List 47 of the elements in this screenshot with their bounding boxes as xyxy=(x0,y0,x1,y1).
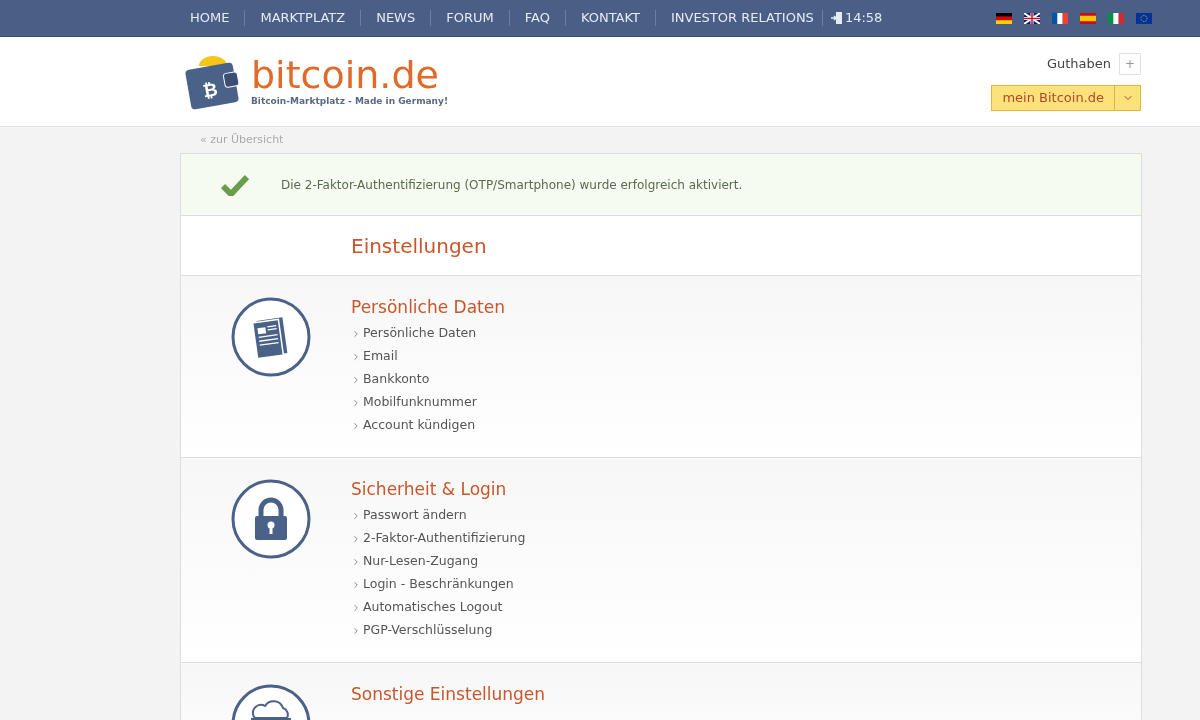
flag-icon[interactable] xyxy=(996,12,1012,24)
chevron-icon xyxy=(351,374,361,385)
chevron-icon xyxy=(351,510,361,521)
chevron-icon xyxy=(351,397,361,408)
settings-link[interactable]: PGP-Verschlüsselung xyxy=(351,619,526,642)
page-title: Einstellungen xyxy=(351,232,487,260)
settings-link[interactable]: Bankkonto xyxy=(351,368,505,391)
nav-link[interactable]: MARKTPLATZ xyxy=(260,8,346,28)
settings-link[interactable]: Account kündigen xyxy=(351,414,505,437)
document-icon xyxy=(231,297,311,377)
chevron-icon xyxy=(351,579,361,590)
chevron-icon xyxy=(351,533,361,544)
chevron-icon xyxy=(351,328,361,339)
chevron-icon xyxy=(351,556,361,567)
chevron-icon xyxy=(351,351,361,362)
nav-link[interactable]: NEWS xyxy=(376,8,416,28)
nav-link[interactable]: FORUM xyxy=(446,8,494,28)
nav-link[interactable]: KONTAKT xyxy=(580,8,640,28)
balance-label: Guthaben xyxy=(1046,54,1111,73)
nav-link[interactable]: FAQ xyxy=(524,8,550,28)
settings-link[interactable]: Automatisches Logout xyxy=(351,596,526,619)
settings-link[interactable]: Login - Beschränkungen xyxy=(351,573,526,596)
flag-icon[interactable] xyxy=(1108,12,1124,24)
settings-link[interactable]: Persönliche Daten xyxy=(351,322,505,345)
section-title: Persönliche Daten xyxy=(351,296,505,318)
flag-icon[interactable] xyxy=(1024,12,1040,24)
chevron-icon xyxy=(351,602,361,613)
nav-link[interactable]: INVESTOR RELATIONS xyxy=(670,8,814,28)
section-title: Sonstige Einstellungen xyxy=(351,683,546,705)
settings-link[interactable]: 2-Faktor-Authentifizierung xyxy=(351,527,526,550)
settings-link[interactable]: Email xyxy=(351,345,505,368)
account-menu-button[interactable]: mein Bitcoin.de xyxy=(991,84,1115,111)
flag-icon[interactable] xyxy=(1052,12,1068,24)
logout-door-icon[interactable] xyxy=(830,11,843,25)
logo-tagline: Bitcoin-Marktplatz - Made in Germany! xyxy=(251,94,448,108)
nav-link[interactable]: HOME xyxy=(190,8,230,28)
section-title: Sicherheit & Login xyxy=(351,478,508,500)
session-time: 14:58 xyxy=(844,9,883,28)
settings-link[interactable]: Nur-Lesen-Zugang xyxy=(351,550,526,573)
chevron-icon xyxy=(351,420,361,431)
padlock-icon xyxy=(231,479,311,559)
checkmark-icon xyxy=(221,173,249,196)
settings-link[interactable]: Passwort ändern xyxy=(351,504,526,527)
logo-wordmark: bitcoin.de xyxy=(251,54,440,95)
success-message: Die 2-Faktor-Authentifizierung (OTP/Smartphone) wurde erfolgreich aktiviert. xyxy=(281,176,743,194)
settings-link[interactable]: Mobilfunknummer xyxy=(351,391,505,414)
chevron-icon xyxy=(351,625,361,636)
